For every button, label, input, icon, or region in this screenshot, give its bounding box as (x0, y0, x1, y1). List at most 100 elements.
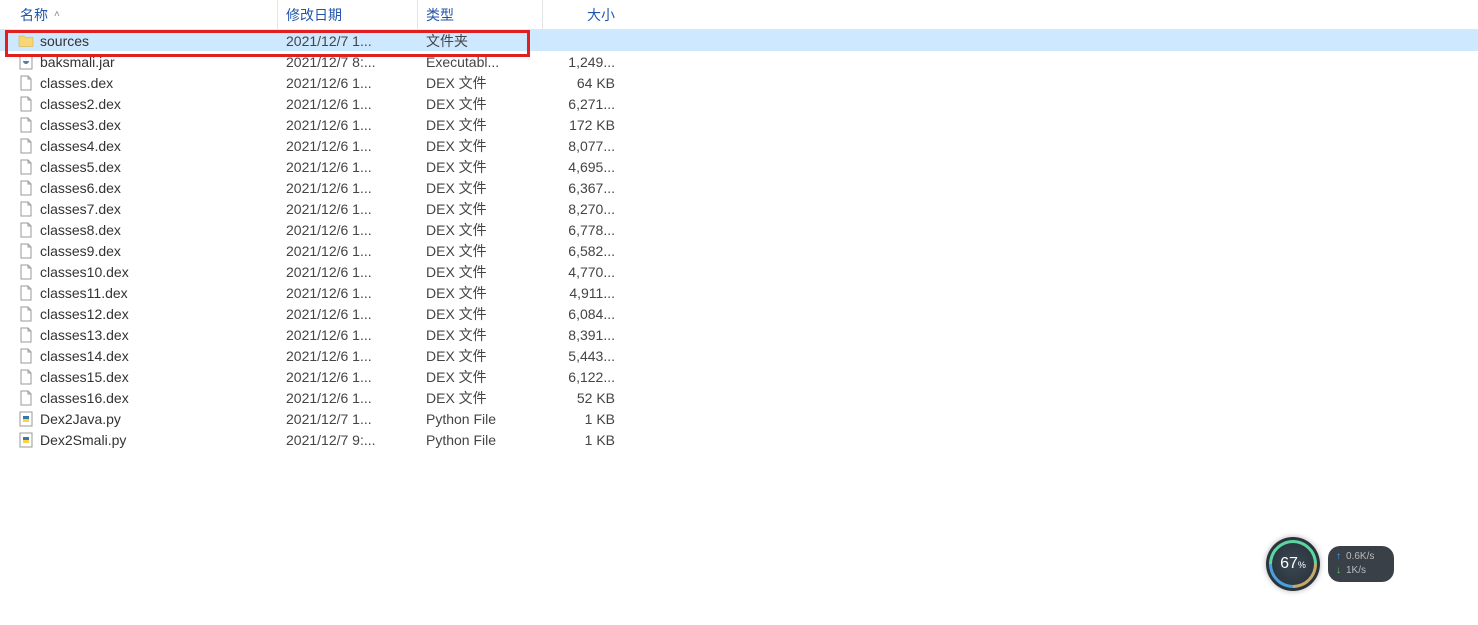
file-row[interactable]: classes8.dex2021/12/6 1...DEX 文件6,778... (0, 219, 1478, 240)
file-name-label: baksmali.jar (40, 54, 115, 70)
file-name-cell[interactable]: classes14.dex (0, 348, 278, 364)
file-name-cell[interactable]: classes7.dex (0, 201, 278, 217)
file-name-cell[interactable]: classes10.dex (0, 264, 278, 280)
file-row[interactable]: classes2.dex2021/12/6 1...DEX 文件6,271... (0, 93, 1478, 114)
file-row[interactable]: classes15.dex2021/12/6 1...DEX 文件6,122..… (0, 366, 1478, 387)
file-name-cell[interactable]: classes5.dex (0, 159, 278, 175)
file-row[interactable]: classes5.dex 2021/12/6 1...DEX 文件4,695... (0, 156, 1478, 177)
file-name-cell[interactable]: Dex2Java.py (0, 411, 278, 427)
file-size-cell: 4,695... (543, 159, 623, 175)
file-date-cell: 2021/12/6 1... (278, 96, 418, 112)
system-monitor-widget[interactable]: 67% ↑ 0.6K/s ↓ 1K/s (1266, 537, 1394, 591)
file-name-cell[interactable]: classes3.dex (0, 117, 278, 133)
file-row[interactable]: classes3.dex2021/12/6 1...DEX 文件172 KB (0, 114, 1478, 135)
file-size-cell: 1 KB (543, 432, 623, 448)
file-name-cell[interactable]: classes9.dex (0, 243, 278, 259)
file-icon (18, 327, 34, 343)
file-size-cell: 1,249... (543, 54, 623, 70)
file-icon (18, 96, 34, 112)
file-row[interactable]: classes16.dex2021/12/6 1...DEX 文件52 KB (0, 387, 1478, 408)
file-name-label: classes9.dex (40, 243, 121, 259)
file-icon (18, 180, 34, 196)
file-row[interactable]: classes6.dex2021/12/6 1...DEX 文件6,367... (0, 177, 1478, 198)
file-date-cell: 2021/12/6 1... (278, 138, 418, 154)
file-row[interactable]: classes7.dex2021/12/6 1...DEX 文件8,270... (0, 198, 1478, 219)
file-date-cell: 2021/12/6 1... (278, 159, 418, 175)
upload-speed: 0.6K/s (1346, 550, 1374, 564)
column-header-name[interactable]: 名称 ˄ (0, 0, 278, 29)
file-date-cell: 2021/12/6 1... (278, 222, 418, 238)
file-date-cell: 2021/12/6 1... (278, 285, 418, 301)
file-name-label: classes12.dex (40, 306, 129, 322)
file-name-label: classes8.dex (40, 222, 121, 238)
file-type-cell: DEX 文件 (418, 94, 543, 114)
file-type-cell: DEX 文件 (418, 157, 543, 177)
file-icon (18, 285, 34, 301)
file-name-cell[interactable]: classes4.dex (0, 138, 278, 154)
file-size-cell: 4,770... (543, 264, 623, 280)
file-name-cell[interactable]: classes15.dex (0, 369, 278, 385)
cpu-gauge[interactable]: 67% (1266, 537, 1320, 591)
file-name-cell[interactable]: classes8.dex (0, 222, 278, 238)
gauge-ring-icon (1259, 530, 1327, 598)
file-size-cell: 6,084... (543, 306, 623, 322)
file-name-cell[interactable]: classes11.dex (0, 285, 278, 301)
file-date-cell: 2021/12/6 1... (278, 327, 418, 343)
file-rows-container: sources2021/12/7 1...文件夹 baksmali.jar 2021… (0, 30, 1478, 450)
file-row[interactable]: classes13.dex2021/12/6 1...DEX 文件8,391..… (0, 324, 1478, 345)
file-name-cell[interactable]: classes13.dex (0, 327, 278, 343)
file-row[interactable]: sources2021/12/7 1...文件夹 (0, 30, 1478, 51)
file-row[interactable]: Dex2Smali.py 2021/12/7 9:...Python File1 … (0, 429, 1478, 450)
file-name-label: classes.dex (40, 75, 113, 91)
file-name-cell[interactable]: classes.dex (0, 75, 278, 91)
download-speed: 1K/s (1346, 564, 1366, 578)
file-name-cell[interactable]: sources (0, 33, 278, 49)
file-name-label: classes5.dex (40, 159, 121, 175)
file-type-cell: DEX 文件 (418, 136, 543, 156)
column-header-date[interactable]: 修改日期 (278, 0, 418, 29)
file-date-cell: 2021/12/7 8:... (278, 54, 418, 70)
file-row[interactable]: classes12.dex2021/12/6 1...DEX 文件6,084..… (0, 303, 1478, 324)
file-size-cell: 64 KB (543, 75, 623, 91)
file-date-cell: 2021/12/7 1... (278, 33, 418, 49)
file-row[interactable]: classes4.dex2021/12/6 1...DEX 文件8,077... (0, 135, 1478, 156)
file-size-cell: 172 KB (543, 117, 623, 133)
column-header-size[interactable]: 大小 (543, 0, 623, 29)
file-type-cell: DEX 文件 (418, 325, 543, 345)
file-name-cell[interactable]: Dex2Smali.py (0, 432, 278, 448)
file-row[interactable]: classes10.dex2021/12/6 1...DEX 文件4,770..… (0, 261, 1478, 282)
file-date-cell: 2021/12/6 1... (278, 369, 418, 385)
file-name-cell[interactable]: classes16.dex (0, 390, 278, 406)
file-list: 名称 ˄ 修改日期 类型 大小 sources2021/12/7 1...文件夹… (0, 0, 1478, 450)
file-size-cell: 5,443... (543, 348, 623, 364)
file-icon (18, 159, 34, 175)
file-name-label: classes14.dex (40, 348, 129, 364)
upload-arrow-icon: ↑ (1336, 550, 1341, 564)
column-size-label: 大小 (587, 5, 615, 25)
file-type-cell: DEX 文件 (418, 262, 543, 282)
file-type-cell: DEX 文件 (418, 115, 543, 135)
column-type-label: 类型 (426, 5, 454, 25)
folder-icon (18, 33, 34, 49)
file-date-cell: 2021/12/7 9:... (278, 432, 418, 448)
file-icon (18, 390, 34, 406)
file-name-cell[interactable]: classes2.dex (0, 96, 278, 112)
file-date-cell: 2021/12/6 1... (278, 201, 418, 217)
network-stats[interactable]: ↑ 0.6K/s ↓ 1K/s (1328, 546, 1394, 582)
file-row[interactable]: classes14.dex2021/12/6 1...DEX 文件5,443..… (0, 345, 1478, 366)
file-date-cell: 2021/12/6 1... (278, 117, 418, 133)
file-row[interactable]: classes.dex2021/12/6 1...DEX 文件64 KB (0, 72, 1478, 93)
file-row[interactable]: classes11.dex2021/12/6 1...DEX 文件4,911..… (0, 282, 1478, 303)
file-date-cell: 2021/12/6 1... (278, 306, 418, 322)
file-name-cell[interactable]: classes12.dex (0, 306, 278, 322)
file-row[interactable]: baksmali.jar2021/12/7 8:...Executabl...1… (0, 51, 1478, 72)
file-name-cell[interactable]: baksmali.jar (0, 54, 278, 70)
file-name-cell[interactable]: classes6.dex (0, 180, 278, 196)
file-row[interactable]: Dex2Java.py2021/12/7 1...Python File1 KB (0, 408, 1478, 429)
file-icon (18, 243, 34, 259)
file-type-cell: Python File (418, 432, 543, 448)
column-header-type[interactable]: 类型 (418, 0, 543, 29)
file-name-label: Dex2Smali.py (40, 432, 126, 448)
file-size-cell: 6,582... (543, 243, 623, 259)
file-row[interactable]: classes9.dex2021/12/6 1...DEX 文件6,582... (0, 240, 1478, 261)
